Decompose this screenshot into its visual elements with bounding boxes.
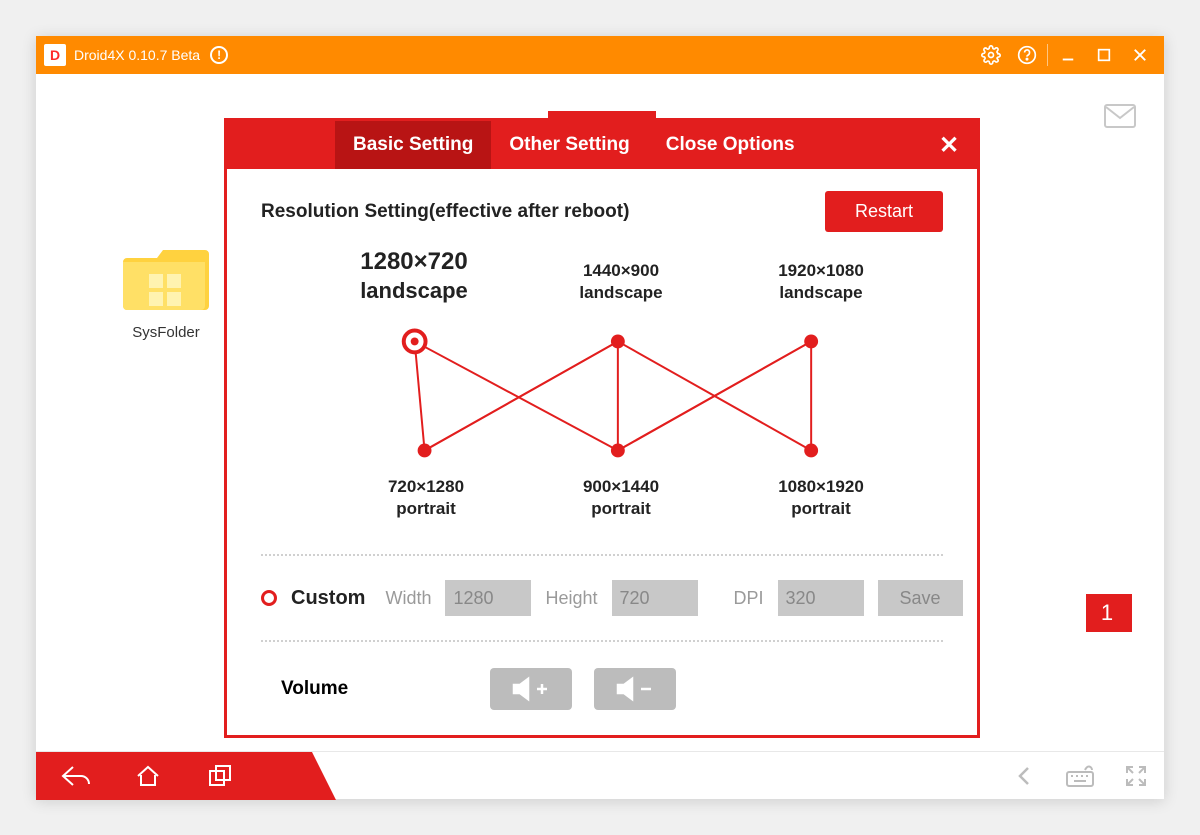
close-button[interactable] xyxy=(1122,36,1158,74)
dpi-label: DPI xyxy=(734,588,764,609)
tab-other-setting[interactable]: Other Setting xyxy=(491,121,647,169)
fullscreen-icon[interactable] xyxy=(1108,752,1164,800)
tab-basic-setting[interactable]: Basic Setting xyxy=(335,121,491,169)
back-button[interactable] xyxy=(46,752,106,800)
notification-badge[interactable]: 1 xyxy=(1086,594,1132,632)
dpi-input[interactable] xyxy=(778,580,864,616)
keyboard-icon[interactable] xyxy=(1052,752,1108,800)
content-area: SysFolder 1 Basic Setting Other Setting … xyxy=(36,74,1164,751)
volume-row: Volume xyxy=(261,660,943,718)
bottombar xyxy=(36,751,1164,799)
restart-button[interactable]: Restart xyxy=(825,191,943,232)
settings-dialog: Basic Setting Other Setting Close Option… xyxy=(224,118,980,738)
dialog-close-icon[interactable]: ✕ xyxy=(921,121,977,169)
sysfolder-label: SysFolder xyxy=(106,324,226,341)
divider xyxy=(261,554,943,556)
nav-bar xyxy=(36,752,336,800)
height-label: Height xyxy=(545,588,597,609)
badge-count: 1 xyxy=(1101,600,1117,626)
width-input[interactable] xyxy=(445,580,531,616)
app-window: D Droid4X 0.10.7 Beta ! SysFolder xyxy=(36,36,1164,799)
height-input[interactable] xyxy=(612,580,698,616)
minimize-button[interactable] xyxy=(1050,36,1086,74)
app-logo-icon: D xyxy=(44,44,66,66)
recent-apps-button[interactable] xyxy=(190,752,250,800)
folder-icon xyxy=(123,244,209,314)
chevron-left-icon[interactable] xyxy=(996,752,1052,800)
app-title: Droid4X 0.10.7 Beta xyxy=(74,47,200,63)
custom-resolution-row: Custom Width Height DPI Save xyxy=(261,574,943,622)
titlebar: D Droid4X 0.10.7 Beta ! xyxy=(36,36,1164,74)
resolution-section-title: Resolution Setting(effective after reboo… xyxy=(261,201,629,223)
custom-radio[interactable] xyxy=(261,590,277,606)
help-icon[interactable] xyxy=(1009,36,1045,74)
volume-up-button[interactable] xyxy=(490,668,572,710)
custom-label: Custom xyxy=(291,587,365,610)
maximize-button[interactable] xyxy=(1086,36,1122,74)
home-button[interactable] xyxy=(118,752,178,800)
sysfolder-shortcut[interactable]: SysFolder xyxy=(106,244,226,341)
info-icon[interactable]: ! xyxy=(210,46,228,64)
divider xyxy=(261,640,943,642)
width-label: Width xyxy=(385,588,431,609)
mail-icon[interactable] xyxy=(1104,104,1136,128)
settings-gear-icon[interactable] xyxy=(973,36,1009,74)
dialog-tabs: Basic Setting Other Setting Close Option… xyxy=(227,121,977,169)
save-button[interactable]: Save xyxy=(878,580,963,616)
volume-down-button[interactable] xyxy=(594,668,676,710)
volume-label: Volume xyxy=(281,678,348,700)
resolution-connector xyxy=(261,246,943,536)
resolution-picker: 1280×720landscape 1440×900landscape 1920… xyxy=(261,246,943,536)
tab-close-options[interactable]: Close Options xyxy=(648,121,813,169)
